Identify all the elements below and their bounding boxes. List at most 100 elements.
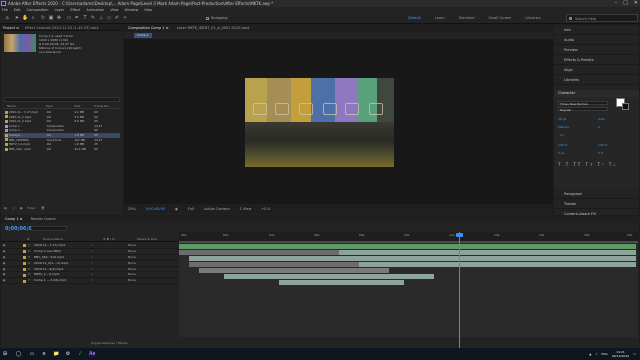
spotify-icon[interactable]: ♪	[77, 351, 83, 357]
network-icon[interactable]: ▲	[589, 352, 591, 356]
type-tool-icon[interactable]: T	[82, 15, 88, 21]
workspace-small-screen[interactable]: Small Screen	[489, 15, 512, 21]
layer-bar[interactable]	[359, 262, 636, 267]
panel-paragraph[interactable]: Paragraph	[554, 189, 639, 199]
eye-icon[interactable]: ◉	[1, 267, 7, 272]
notifications-icon[interactable]: ▭	[633, 352, 636, 356]
home-icon[interactable]: ⌂	[4, 15, 10, 21]
column-name[interactable]: Name	[4, 104, 46, 108]
close-button[interactable]: ✕	[634, 0, 638, 7]
column-parent[interactable]: Parent & Link	[137, 237, 179, 241]
comp-breadcrumb[interactable]: Comp 1	[134, 33, 152, 38]
layer-switches[interactable]: ⁄	[92, 255, 128, 260]
eye-icon[interactable]: ◉	[1, 249, 7, 254]
toggle-switches-modes[interactable]: Toggle Switches / Modes	[91, 341, 128, 345]
clock[interactable]: 14:21 06/12/2020	[612, 350, 629, 358]
tab-project[interactable]: Project ≡	[3, 25, 19, 30]
layer-bar[interactable]	[199, 268, 389, 273]
layer-switches[interactable]: ⁄	[92, 243, 128, 248]
column-type[interactable]: Type	[46, 104, 74, 108]
faux-style-buttons[interactable]: T T TT Tт T¹ T₁	[558, 162, 617, 167]
layer-switches[interactable]: ⁄	[92, 272, 128, 277]
after-effects-taskbar-icon[interactable]: Ae	[89, 351, 95, 357]
roto-brush-tool-icon[interactable]: ✐	[114, 15, 120, 21]
parent-dropdown[interactable]: None	[128, 243, 158, 248]
rotation-tool-icon[interactable]: ↻	[40, 15, 46, 21]
start-menu-icon[interactable]: ⊞	[2, 351, 8, 357]
panel-libraries[interactable]: Libraries	[554, 75, 639, 85]
column-source-name[interactable]: Source Name	[43, 237, 103, 241]
parent-dropdown[interactable]: None	[128, 272, 158, 277]
font-family-dropdown[interactable]: Times New Roman	[558, 101, 608, 106]
parent-dropdown[interactable]: None	[128, 278, 158, 283]
interpret-footage-icon[interactable]: ▤	[4, 205, 7, 211]
parent-dropdown[interactable]: None	[128, 267, 158, 272]
camera-dropdown[interactable]: Active Camera	[204, 204, 230, 214]
vertical-scale-value[interactable]: 100 %	[558, 143, 568, 147]
language-indicator[interactable]: ENG	[601, 352, 607, 356]
parent-dropdown[interactable]: None	[128, 249, 158, 254]
eye-icon[interactable]: ◉	[1, 261, 7, 266]
help-search-input[interactable]: Search Help	[566, 14, 638, 22]
resolution-dropdown[interactable]: Full	[188, 204, 194, 214]
font-size-value[interactable]: 36 px	[558, 117, 566, 121]
snapping-toggle[interactable]: Snapping	[206, 15, 227, 21]
workspace-default[interactable]: Default	[408, 15, 421, 21]
layer-switches[interactable]: ⁄	[92, 267, 128, 272]
tab-effect-controls[interactable]: Effect Controls 2020-11-15 (1-45-33).mp4	[25, 25, 99, 30]
workspace-learn[interactable]: Learn	[435, 15, 445, 21]
project-search-input[interactable]	[4, 97, 120, 102]
rectangle-tool-icon[interactable]: ▭	[66, 15, 72, 21]
views-dropdown[interactable]: 1 View	[240, 204, 252, 214]
layer-bar[interactable]	[179, 250, 339, 255]
pen-tool-icon[interactable]: ✒	[74, 15, 80, 21]
trash-icon[interactable]: 🗑	[41, 205, 45, 211]
character-title[interactable]: Character	[554, 90, 639, 97]
eye-icon[interactable]: ◉	[1, 255, 7, 260]
settings-icon[interactable]: ⚙	[65, 351, 71, 357]
project-item[interactable]: BNC_262...mp4 AVI 42.1 MB 60	[4, 147, 120, 152]
playhead-handle[interactable]	[456, 233, 463, 237]
cortana-icon[interactable]: ◯	[14, 351, 23, 357]
exposure-value[interactable]: +0.0	[261, 204, 270, 214]
layer-bar[interactable]	[179, 244, 636, 249]
timeline-search-input[interactable]	[31, 226, 67, 231]
layer-bar[interactable]	[224, 274, 434, 279]
minimize-button[interactable]: –	[615, 0, 618, 7]
leading-value[interactable]: Auto	[598, 117, 605, 121]
composition-viewer[interactable]	[124, 39, 553, 204]
baseline-shift-value[interactable]: 0 px	[558, 151, 565, 155]
eye-icon[interactable]: ◉	[1, 243, 7, 248]
bit-depth-label[interactable]: 8 bpc	[28, 205, 36, 211]
panel-tracker[interactable]: Tracker	[554, 199, 639, 209]
volume-icon[interactable]: ♪	[595, 352, 597, 356]
file-explorer-icon[interactable]: 📁	[53, 351, 59, 357]
workspace-standard[interactable]: Standard	[459, 15, 475, 21]
tab-comp-1[interactable]: Comp 1 ≡	[5, 216, 23, 223]
tsume-value[interactable]: 0 %	[598, 151, 604, 155]
parent-dropdown[interactable]: None	[128, 261, 158, 266]
pan-behind-tool-icon[interactable]: ✥	[56, 15, 62, 21]
layer-switches[interactable]: ⁄	[92, 278, 128, 283]
panel-align[interactable]: Align	[554, 65, 639, 75]
edge-browser-icon[interactable]: e	[41, 351, 47, 357]
puppet-tool-icon[interactable]: ✧	[122, 15, 128, 21]
tab-composition[interactable]: Composition Comp 1 ≡	[128, 25, 169, 32]
eraser-tool-icon[interactable]: ◇	[106, 15, 112, 21]
parent-dropdown[interactable]: None	[128, 255, 158, 260]
kerning-value[interactable]: Metrics	[558, 125, 569, 129]
maximize-button[interactable]: □	[623, 0, 628, 7]
camera-tool-icon[interactable]: ▣	[48, 15, 54, 21]
new-composition-icon[interactable]: ▣	[20, 205, 23, 211]
panel-effects-presets[interactable]: Effects & Presets	[554, 55, 639, 65]
tab-layer[interactable]: Layer MKTK_IDENT_01_A_0001-0125.mp4	[177, 25, 250, 32]
column-switches[interactable]: ⚙ ✱ \ fx	[103, 237, 137, 241]
clone-stamp-tool-icon[interactable]: ⊥	[98, 15, 104, 21]
layer-switches[interactable]: ⁄	[92, 249, 128, 254]
panel-audio[interactable]: Audio	[554, 35, 639, 45]
eye-icon[interactable]: ◉	[1, 272, 7, 277]
eye-icon[interactable]: ◉	[1, 278, 7, 283]
layer-bar[interactable]	[339, 250, 636, 255]
zoom-dropdown[interactable]: 25%	[128, 204, 136, 214]
brush-tool-icon[interactable]: ✎	[90, 15, 96, 21]
